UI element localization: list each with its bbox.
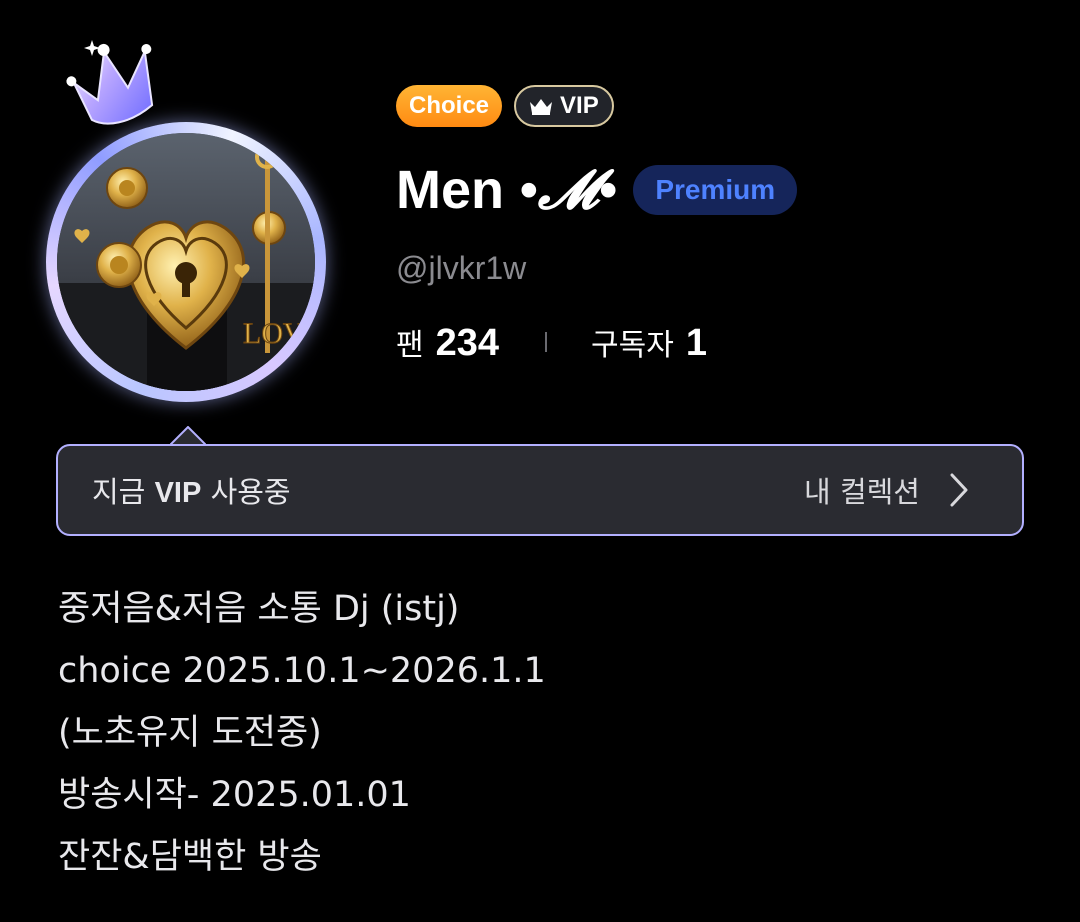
subscribers-stat[interactable]: 구독자 1 [591, 320, 707, 365]
vip-badge-label: VIP [560, 92, 599, 119]
avatar-frame: LOVE [46, 122, 326, 402]
vip-crown-icon [530, 99, 553, 115]
vip-status-emphasis: VIP [154, 477, 202, 509]
profile-bio: 중저음&저음 소통 Dj (istj) choice 2025.10.1~202… [58, 578, 546, 888]
vip-status-banner[interactable]: 지금 VIP 사용중 내 컬렉션 [56, 444, 1024, 536]
profile-avatar[interactable]: LOVE [44, 34, 334, 402]
badge-row: Choice VIP [396, 85, 614, 127]
subscribers-count: 1 [685, 321, 707, 364]
bio-line: choice 2025.10.1~2026.1.1 [58, 651, 546, 691]
chevron-right-icon [950, 473, 968, 507]
fans-label: 팬 [396, 327, 424, 363]
avatar-image: LOVE [57, 133, 315, 391]
display-name-text: Men [396, 159, 504, 220]
fans-stat[interactable]: 팬 234 [396, 320, 499, 365]
display-name: Men •𝓜• [396, 159, 617, 222]
bio-line: 중저음&저음 소통 Dj (istj) [58, 589, 460, 629]
stats-divider [545, 332, 548, 352]
fans-count: 234 [435, 321, 500, 364]
svg-text:LOVE: LOVE [243, 317, 315, 350]
vip-badge[interactable]: VIP [514, 85, 614, 127]
my-collection-link[interactable]: 내 컬렉션 [804, 469, 970, 511]
user-handle: @jlvkr1w [396, 250, 527, 286]
my-collection-label: 내 컬렉션 [804, 475, 920, 509]
choice-badge[interactable]: Choice [396, 85, 503, 127]
vip-status-text: 지금 VIP 사용중 [92, 469, 291, 511]
bio-line: (노초유지 도전중) [58, 713, 322, 753]
bio-line: 잔잔&담백한 방송 [58, 837, 322, 877]
bio-line: 방송시작- 2025.01.01 [58, 775, 411, 815]
vip-status-suffix: 사용중 [210, 475, 291, 509]
vip-status-prefix: 지금 [92, 475, 146, 509]
profile-stats: 팬 234 구독자 1 [396, 318, 707, 366]
premium-badge[interactable]: Premium [633, 165, 798, 215]
crown-icon [66, 40, 154, 125]
name-row: Men •𝓜• Premium [396, 158, 798, 222]
banner-pointer [170, 426, 206, 446]
subscribers-label: 구독자 [591, 327, 674, 363]
display-name-decoration: •𝓜• [519, 159, 618, 220]
